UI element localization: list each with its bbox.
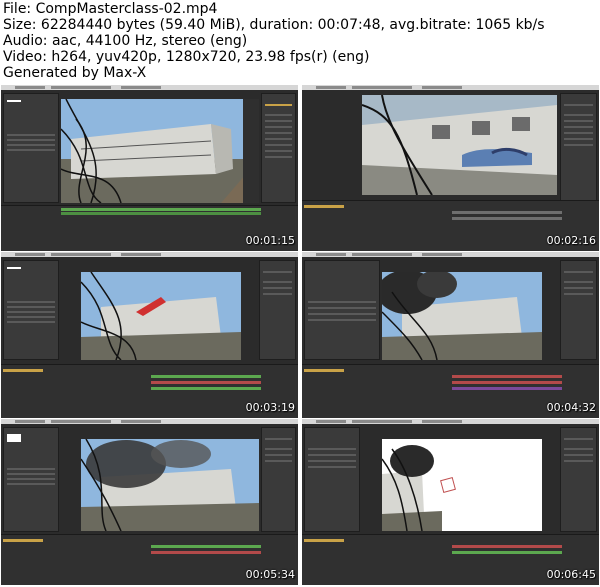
app-menubar bbox=[1, 419, 298, 424]
thumbnail-2[interactable]: 00:02:16 bbox=[302, 85, 599, 251]
footage-frame bbox=[362, 95, 557, 195]
video-info-header: File: CompMasterclass-02.mp4 Size: 62284… bbox=[0, 0, 600, 84]
thumbnail-1[interactable]: 00:01:15 bbox=[1, 85, 298, 251]
project-panel bbox=[304, 427, 360, 532]
effects-panel bbox=[560, 427, 597, 532]
footage-frame bbox=[81, 272, 241, 360]
app-menubar bbox=[302, 252, 599, 257]
footage-frame bbox=[61, 99, 259, 203]
file-size-line: Size: 62284440 bytes (59.40 MiB), durati… bbox=[3, 17, 545, 33]
composition-viewer bbox=[81, 439, 259, 531]
app-menubar bbox=[1, 85, 298, 90]
footage-frame bbox=[81, 439, 259, 531]
thumbnail-timestamp: 00:04:32 bbox=[546, 401, 596, 414]
footage-frame bbox=[382, 272, 542, 360]
effects-panel bbox=[560, 93, 597, 203]
effects-panel bbox=[259, 260, 296, 360]
thumbnail-4[interactable]: 00:04:32 bbox=[302, 252, 599, 418]
thumbnail-3[interactable]: 00:03:19 bbox=[1, 252, 298, 418]
video-info-line: Video: h264, yuv420p, 1280x720, 23.98 fp… bbox=[3, 49, 370, 65]
thumbnail-timestamp: 00:06:45 bbox=[546, 568, 596, 581]
app-menubar bbox=[302, 419, 599, 424]
thumbnail-timestamp: 00:05:34 bbox=[245, 568, 295, 581]
composition-viewer bbox=[81, 272, 241, 360]
thumbnail-5[interactable]: 00:05:34 bbox=[1, 419, 298, 585]
project-panel bbox=[3, 427, 59, 532]
effects-panel bbox=[261, 427, 296, 532]
app-menubar bbox=[1, 252, 298, 257]
audio-info-line: Audio: aac, 44100 Hz, stereo (eng) bbox=[3, 33, 248, 49]
effects-panel bbox=[261, 93, 296, 203]
file-name-line: File: CompMasterclass-02.mp4 bbox=[3, 1, 218, 17]
thumbnail-timestamp: 00:01:15 bbox=[245, 234, 295, 247]
effects-panel bbox=[560, 260, 597, 360]
generator-line: Generated by Max-X bbox=[3, 65, 147, 81]
composition-viewer bbox=[382, 439, 542, 531]
project-panel bbox=[304, 260, 380, 360]
footage-frame bbox=[382, 439, 542, 531]
thumbnail-timestamp: 00:03:19 bbox=[245, 401, 295, 414]
app-menubar bbox=[302, 85, 599, 90]
composition-viewer bbox=[61, 99, 259, 203]
composition-viewer bbox=[362, 95, 557, 195]
thumbnail-6[interactable]: 00:06:45 bbox=[302, 419, 599, 585]
composition-viewer bbox=[382, 272, 542, 360]
thumbnail-timestamp: 00:02:16 bbox=[546, 234, 596, 247]
project-panel bbox=[3, 260, 59, 360]
project-panel bbox=[3, 93, 59, 203]
